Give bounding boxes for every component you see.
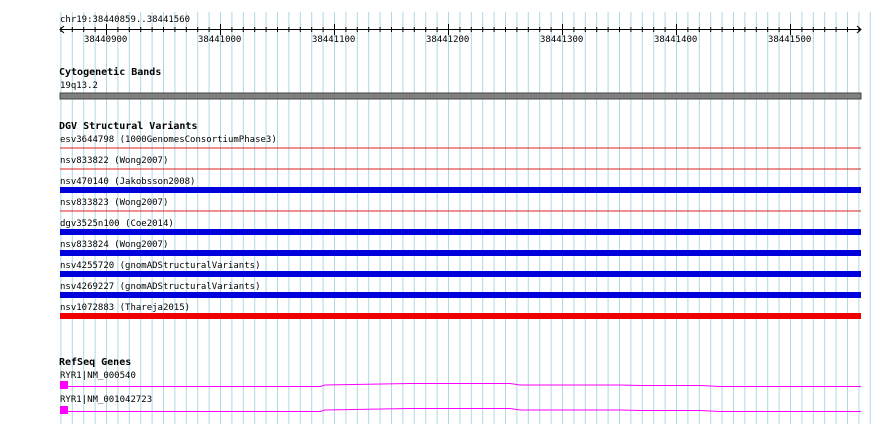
variant-label[interactable]: nsv1072883 (Thareja2015)	[60, 303, 190, 313]
gene-exon[interactable]	[60, 381, 68, 389]
variant-label[interactable]: nsv833823 (Wong2007)	[60, 198, 168, 208]
variant-label[interactable]: nsv833822 (Wong2007)	[60, 156, 168, 166]
gene-label[interactable]: RYR1|NM_000540	[60, 371, 136, 381]
gene-intron-line[interactable]	[68, 383, 861, 387]
genome-browser-panel[interactable]: chr19:38440859..38441560 38440900 384410…	[0, 0, 890, 424]
variant-bar[interactable]	[60, 271, 861, 277]
ruler-tick-label: 38441500	[768, 35, 812, 45]
variant-label[interactable]: dgv3525n100 (Coe2014)	[60, 219, 174, 229]
variant-bar[interactable]	[60, 147, 861, 149]
ruler-tick-label: 38441100	[312, 35, 356, 45]
cytoband-track-title: Cytogenetic Bands	[59, 67, 162, 78]
gene-intron-line[interactable]	[68, 408, 861, 412]
cytoband-bar[interactable]	[59, 92, 862, 100]
variant-label[interactable]: esv3644798 (1000GenomesConsortiumPhase3)	[60, 135, 277, 145]
ruler-tick-label: 38441300	[540, 35, 584, 45]
variant-bar[interactable]	[60, 313, 861, 319]
track-graphics[interactable]	[0, 0, 890, 424]
ruler-tick-label: 38440900	[84, 35, 128, 45]
variant-bar[interactable]	[60, 168, 861, 170]
variant-bar[interactable]	[60, 292, 861, 298]
variant-label[interactable]: nsv4255720 (gnomADStructuralVariants)	[60, 261, 260, 271]
refseq-track-title: RefSeq Genes	[59, 357, 132, 368]
variant-label[interactable]: nsv4269227 (gnomADStructuralVariants)	[60, 282, 260, 292]
ruler-location: chr19:38440859..38441560	[60, 15, 191, 25]
dgv-track-title: DGV Structural Variants	[59, 121, 198, 132]
variant-bar[interactable]	[60, 210, 861, 212]
variant-bar[interactable]	[60, 187, 861, 193]
gene-label[interactable]: RYR1|NM_001042723	[60, 395, 152, 405]
ruler-tick-label: 38441400	[654, 35, 698, 45]
ruler-tick-label: 38441000	[198, 35, 242, 45]
variant-bar[interactable]	[60, 250, 861, 256]
cytoband-label[interactable]: 19q13.2	[60, 81, 98, 91]
ruler-tick-label: 38441200	[426, 35, 470, 45]
variant-label[interactable]: nsv833824 (Wong2007)	[60, 240, 168, 250]
gene-exon[interactable]	[60, 406, 68, 414]
variant-label[interactable]: nsv470140 (Jakobsson2008)	[60, 177, 195, 187]
variant-bar[interactable]	[60, 229, 861, 235]
